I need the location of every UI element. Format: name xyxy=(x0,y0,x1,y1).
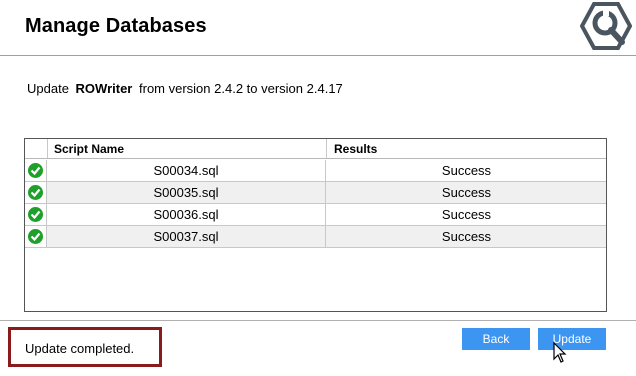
header-divider xyxy=(0,55,636,56)
status-box: Update completed. xyxy=(8,327,162,367)
update-description: Update ROWriter from version 2.4.2 to ve… xyxy=(27,81,343,96)
column-separator xyxy=(326,139,327,158)
mouse-cursor-icon xyxy=(553,342,567,363)
page-title: Manage Databases xyxy=(25,15,207,37)
update-button[interactable]: Update xyxy=(538,328,606,350)
status-text: Update completed. xyxy=(25,341,135,356)
app-name: ROWriter xyxy=(75,81,133,96)
scripts-grid[interactable]: Script Name Results S00034.sql Success S… xyxy=(24,138,607,312)
dialog-header: Manage Databases xyxy=(0,0,636,55)
result-cell[interactable]: Success xyxy=(327,204,606,225)
row-header xyxy=(25,204,47,225)
table-row[interactable]: S00035.sql Success xyxy=(25,182,606,204)
row-header xyxy=(25,226,47,247)
row-header xyxy=(25,160,47,181)
result-cell[interactable]: Success xyxy=(327,160,606,181)
script-name-cell[interactable]: S00037.sql xyxy=(47,226,326,247)
grid-header: Script Name Results xyxy=(25,139,606,159)
column-header-results[interactable]: Results xyxy=(334,142,377,156)
table-row[interactable]: S00037.sql Success xyxy=(25,226,606,248)
footer-divider xyxy=(0,320,636,321)
back-button[interactable]: Back xyxy=(462,328,530,350)
check-circle-icon xyxy=(28,207,43,222)
column-separator xyxy=(47,139,48,158)
script-name-cell[interactable]: S00034.sql xyxy=(47,160,326,181)
row-header xyxy=(25,182,47,203)
table-row[interactable]: S00034.sql Success xyxy=(25,160,606,182)
column-header-script-name[interactable]: Script Name xyxy=(54,142,124,156)
check-circle-icon xyxy=(28,185,43,200)
check-circle-icon xyxy=(28,229,43,244)
wrench-gear-icon xyxy=(580,2,632,50)
update-version-text: from version 2.4.2 to version 2.4.17 xyxy=(139,81,343,96)
result-cell[interactable]: Success xyxy=(327,182,606,203)
check-circle-icon xyxy=(28,163,43,178)
script-name-cell[interactable]: S00036.sql xyxy=(47,204,326,225)
table-row[interactable]: S00036.sql Success xyxy=(25,204,606,226)
result-cell[interactable]: Success xyxy=(327,226,606,247)
update-prefix: Update xyxy=(27,81,69,96)
script-name-cell[interactable]: S00035.sql xyxy=(47,182,326,203)
